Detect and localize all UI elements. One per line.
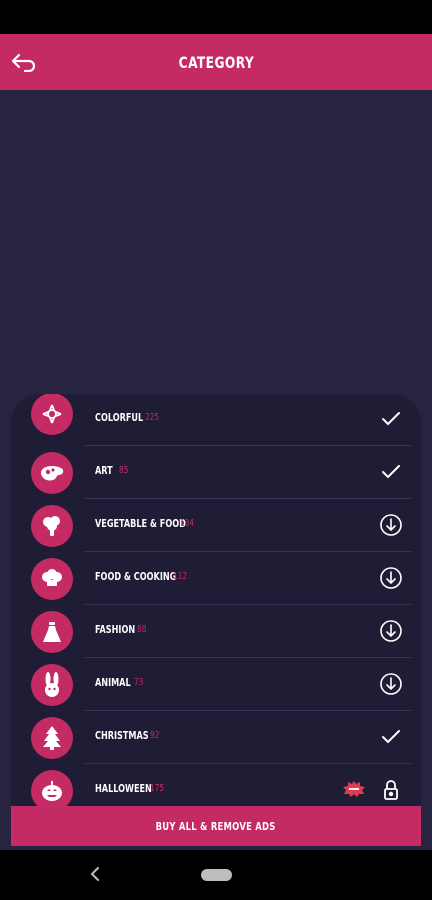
empty-content-area <box>0 90 432 390</box>
nav-home-pill-icon[interactable] <box>201 869 232 881</box>
chef-hat-icon <box>31 558 73 600</box>
download-icon[interactable] <box>379 619 403 643</box>
category-row-halloween[interactable]: HALLOWEEN 175 <box>11 764 421 806</box>
category-count: 92 <box>150 730 160 741</box>
category-name: COLORFUL <box>95 411 144 424</box>
check-icon[interactable] <box>379 725 403 749</box>
dress-icon <box>31 611 73 653</box>
category-name: CHRISTMAS <box>95 729 149 742</box>
category-row-animal[interactable]: ANIMAL 73 <box>11 658 421 711</box>
check-icon[interactable] <box>379 460 403 484</box>
status-bar <box>0 0 432 34</box>
check-icon[interactable] <box>379 407 403 431</box>
app-bar: CATEGORY <box>0 34 432 90</box>
page-title: CATEGORY <box>178 52 254 72</box>
category-row-food-cooking[interactable]: FOOD & COOKING 112 <box>11 552 421 605</box>
category-row-christmas[interactable]: CHRISTMAS 92 <box>11 711 421 764</box>
lock-icon[interactable] <box>379 778 403 802</box>
category-count: 225 <box>145 412 160 423</box>
new-badge-icon <box>343 779 365 799</box>
category-count: 112 <box>173 571 188 582</box>
category-list-panel: COLORFUL 225 ART 85 VEGETABLE & FOOD 134… <box>11 394 421 806</box>
buy-all-button[interactable]: BUY ALL & REMOVE ADS <box>11 806 421 846</box>
pumpkin-icon <box>31 770 73 806</box>
category-row-colorful[interactable]: COLORFUL 225 <box>11 394 421 446</box>
category-name: HALLOWEEN <box>95 782 152 795</box>
category-name: FOOD & COOKING <box>95 570 177 583</box>
category-name: ART <box>95 464 113 477</box>
category-row-vegetable-food[interactable]: VEGETABLE & FOOD 134 <box>11 499 421 552</box>
category-count: 73 <box>134 677 144 688</box>
flower-icon <box>31 394 73 435</box>
category-count: 88 <box>137 624 147 635</box>
buy-all-label: BUY ALL & REMOVE ADS <box>155 819 277 833</box>
category-name: VEGETABLE & FOOD <box>95 517 186 530</box>
nav-back-icon[interactable] <box>86 864 104 884</box>
category-name: FASHION <box>95 623 136 636</box>
system-nav-bar <box>0 850 432 900</box>
download-icon[interactable] <box>379 566 403 590</box>
paint-palette-icon <box>31 452 73 494</box>
christmas-tree-icon <box>31 717 73 759</box>
category-count: 85 <box>119 465 129 476</box>
category-count: 175 <box>150 783 165 794</box>
bunny-icon <box>31 664 73 706</box>
category-row-fashion[interactable]: FASHION 88 <box>11 605 421 658</box>
download-icon[interactable] <box>379 672 403 696</box>
download-icon[interactable] <box>379 513 403 537</box>
category-count: 134 <box>180 518 195 529</box>
broccoli-icon <box>31 505 73 547</box>
category-name: ANIMAL <box>95 676 131 689</box>
back-arrow-icon[interactable] <box>8 46 40 78</box>
category-row-art[interactable]: ART 85 <box>11 446 421 499</box>
